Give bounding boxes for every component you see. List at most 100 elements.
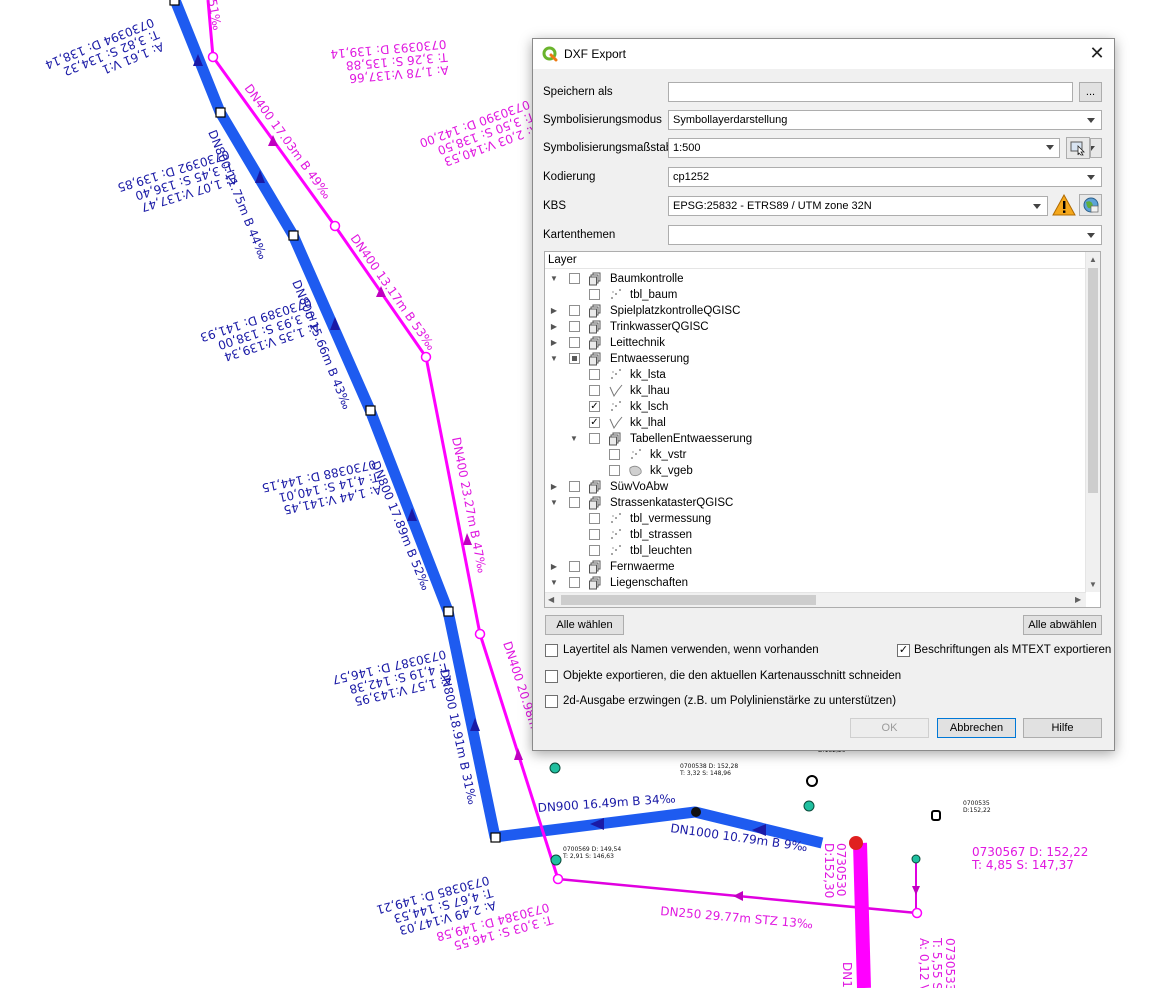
scroll-down-icon[interactable]: ▼ — [1089, 580, 1097, 590]
layer-checkbox[interactable]: ✓ — [589, 417, 600, 428]
layer-checkbox[interactable] — [569, 481, 580, 492]
small-node-label: T: 3,32 S: 148,96 — [679, 770, 731, 777]
layer-row[interactable]: ▼ StrassenkatasterQGISC — [545, 495, 1085, 511]
group-layer-icon — [589, 336, 603, 350]
dialog-title: DXF Export — [564, 47, 627, 61]
layer-checkbox[interactable] — [589, 433, 600, 444]
expand-arrow-open-icon[interactable]: ▼ — [549, 351, 559, 367]
layer-checkbox[interactable] — [569, 273, 580, 284]
deselect-all-button[interactable]: Alle abwählen — [1023, 615, 1102, 635]
black-ring-marker — [806, 775, 818, 787]
cancel-button[interactable]: Abbrechen — [937, 718, 1016, 738]
save-as-input[interactable] — [668, 82, 1073, 102]
layer-row[interactable]: ▶ SpielplatzkontrolleQGISC — [545, 303, 1085, 319]
scroll-up-icon[interactable]: ▲ — [1089, 255, 1097, 265]
pipe-label: 51‰ — [205, 0, 224, 31]
ok-button[interactable]: OK — [850, 718, 929, 738]
layer-row[interactable]: ▼ Baumkontrolle — [545, 271, 1085, 287]
layer-checkbox[interactable]: ✓ — [589, 401, 600, 412]
layer-row[interactable]: ▶ Fernwaerme — [545, 559, 1085, 575]
select-all-button[interactable]: Alle wählen — [545, 615, 624, 635]
layer-checkbox[interactable] — [609, 465, 620, 476]
layer-row[interactable]: ▶ TrinkwasserQGISC — [545, 319, 1085, 335]
layer-name: Liegenschaften — [610, 577, 689, 589]
crs-label: KBS — [543, 200, 567, 212]
qgis-logo-icon — [542, 46, 558, 62]
layer-checkbox[interactable] — [569, 321, 580, 332]
warning-icon[interactable] — [1052, 194, 1076, 216]
layer-checkbox[interactable] — [569, 497, 580, 508]
layer-title-checkbox[interactable] — [545, 644, 558, 657]
layer-row[interactable]: kk_lsta — [545, 367, 1085, 383]
layer-row[interactable]: ▼ Entwaesserung — [545, 351, 1085, 367]
layer-row[interactable]: tbl_leuchten — [545, 543, 1085, 559]
layer-checkbox[interactable] — [609, 449, 620, 460]
layer-checkbox[interactable] — [589, 385, 600, 396]
layer-row[interactable]: ▶ SüwVoAbw — [545, 479, 1085, 495]
layer-row[interactable]: kk_vgeb — [545, 463, 1085, 479]
layer-tree[interactable]: Layer ▼ Baumkontrolle tbl_baum ▶ Spielplatzk… — [544, 251, 1101, 608]
layer-row[interactable]: ▼ Liegenschaften — [545, 575, 1085, 591]
expand-arrow-open-icon[interactable]: ▼ — [569, 431, 579, 447]
layer-checkbox[interactable] — [569, 337, 580, 348]
mtext-label: Beschriftungen als MTEXT exportieren — [914, 644, 1112, 656]
scale-dropdown-arrow[interactable] — [1039, 138, 1060, 158]
layer-checkbox[interactable] — [569, 353, 580, 364]
layer-name: kk_vgeb — [650, 465, 693, 477]
scale-menu-arrow[interactable] — [1090, 138, 1102, 158]
crs-select[interactable]: EPSG:25832 - ETRS89 / UTM zone 32N — [668, 196, 1048, 216]
tree-horizontal-scroll-thumb[interactable] — [561, 595, 816, 605]
layer-checkbox[interactable] — [589, 529, 600, 540]
layer-checkbox[interactable] — [589, 369, 600, 380]
layer-checkbox[interactable] — [589, 513, 600, 524]
expand-arrow-closed-icon[interactable]: ▶ — [549, 559, 559, 575]
layer-checkbox[interactable] — [569, 561, 580, 572]
scroll-right-icon[interactable]: ▶ — [1075, 595, 1081, 605]
layer-name: tbl_strassen — [630, 529, 693, 541]
layer-row[interactable]: kk_vstr — [545, 447, 1085, 463]
point-layer-icon — [609, 400, 623, 414]
symbology-scale-input[interactable]: 1:500 — [668, 138, 1060, 158]
expand-arrow-closed-icon[interactable]: ▶ — [549, 335, 559, 351]
expand-arrow-open-icon[interactable]: ▼ — [549, 271, 559, 287]
expand-arrow-closed-icon[interactable]: ▶ — [549, 479, 559, 495]
expand-arrow-closed-icon[interactable]: ▶ — [549, 319, 559, 335]
layer-checkbox[interactable] — [589, 545, 600, 556]
layer-row[interactable]: kk_lhau — [545, 383, 1085, 399]
help-button[interactable]: Hilfe — [1023, 718, 1102, 738]
extent-checkbox[interactable] — [545, 670, 558, 683]
point-layer-icon — [609, 288, 623, 302]
layer-row[interactable]: ✓ kk_lsch — [545, 399, 1085, 415]
symbology-mode-select[interactable]: Symbollayerdarstellung — [668, 110, 1102, 130]
layer-checkbox[interactable] — [569, 305, 580, 316]
layer-checkbox[interactable] — [589, 289, 600, 300]
layer-row[interactable]: tbl_strassen — [545, 527, 1085, 543]
layer-row[interactable]: ✓ kk_lhal — [545, 415, 1085, 431]
mtext-checkbox[interactable]: ✓ — [897, 644, 910, 657]
expand-arrow-open-icon[interactable]: ▼ — [549, 495, 559, 511]
crs-selector-button[interactable] — [1079, 194, 1102, 216]
expand-arrow-open-icon[interactable]: ▼ — [549, 575, 559, 591]
layer-row[interactable]: tbl_baum — [545, 287, 1085, 303]
layer-row[interactable]: tbl_vermessung — [545, 511, 1085, 527]
force-2d-checkbox[interactable] — [545, 695, 558, 708]
extent-label: Objekte exportieren, die den aktuellen K… — [563, 670, 902, 682]
polygon-layer-icon — [629, 464, 643, 478]
close-icon[interactable]: ✕ — [1086, 42, 1108, 64]
encoding-select[interactable]: cp1252 — [668, 167, 1102, 187]
layer-row[interactable]: ▶ Leittechnik — [545, 335, 1085, 351]
layer-checkbox[interactable] — [569, 577, 580, 588]
tree-vertical-scrollbar[interactable]: ▲ ▼ — [1085, 252, 1100, 592]
group-layer-icon — [589, 576, 603, 590]
map-themes-select[interactable] — [668, 225, 1102, 245]
scale-from-map-button[interactable] — [1066, 137, 1090, 159]
browse-button[interactable]: ... — [1079, 82, 1102, 102]
tree-vertical-scroll-thumb[interactable] — [1088, 268, 1098, 493]
expand-arrow-closed-icon[interactable]: ▶ — [549, 303, 559, 319]
globe-icon — [1083, 197, 1098, 213]
scroll-left-icon[interactable]: ◀ — [548, 595, 554, 605]
dialog-titlebar[interactable]: DXF Export ✕ — [533, 39, 1114, 69]
tree-horizontal-scrollbar[interactable]: ◀ ▶ — [545, 592, 1086, 607]
layer-name: StrassenkatasterQGISC — [610, 497, 734, 509]
layer-row[interactable]: ▼ TabellenEntwaesserung — [545, 431, 1085, 447]
